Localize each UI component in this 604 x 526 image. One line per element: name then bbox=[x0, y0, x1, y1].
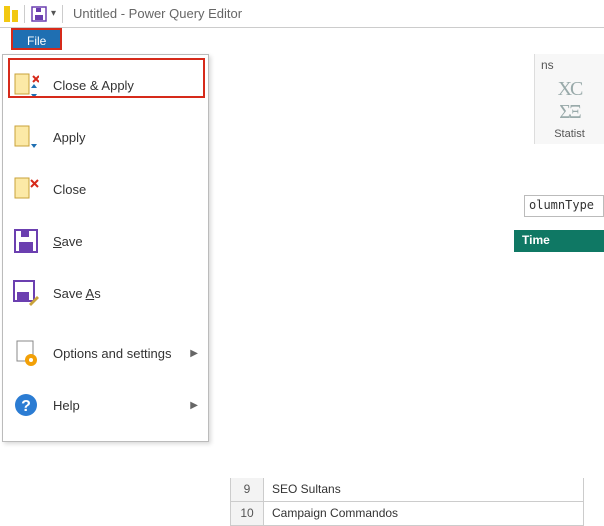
chevron-right-icon: ▶ bbox=[190, 400, 198, 411]
save-as-icon bbox=[13, 280, 39, 306]
file-tab[interactable]: File bbox=[11, 28, 62, 50]
divider bbox=[24, 5, 25, 23]
row-number: 9 bbox=[230, 478, 264, 502]
sigma-icon[interactable]: XСΣΞ bbox=[535, 78, 604, 124]
table-row[interactable]: 9 SEO Sultans bbox=[230, 478, 584, 502]
menu-save[interactable]: Save bbox=[3, 215, 208, 267]
apply-icon bbox=[13, 124, 39, 150]
menu-label: Close & Apply bbox=[53, 78, 134, 93]
row-number: 10 bbox=[230, 502, 264, 526]
cell-value[interactable]: Campaign Commandos bbox=[264, 502, 584, 526]
svg-text:?: ? bbox=[21, 398, 31, 415]
save-icon bbox=[13, 228, 39, 254]
divider bbox=[62, 5, 63, 23]
table-row[interactable]: 10 Campaign Commandos bbox=[230, 502, 584, 526]
menu-close[interactable]: Close bbox=[3, 163, 208, 215]
menu-label: Close bbox=[53, 182, 86, 197]
menu-apply[interactable]: Apply bbox=[3, 111, 208, 163]
ribbon-tabs: File bbox=[0, 28, 604, 54]
options-icon bbox=[13, 340, 39, 366]
formula-bar[interactable]: olumnType bbox=[524, 195, 604, 217]
help-icon: ? bbox=[13, 392, 39, 418]
chevron-right-icon: ▶ bbox=[190, 348, 198, 359]
ribbon-group-trunc-label: ns bbox=[535, 58, 604, 72]
save-icon[interactable] bbox=[31, 6, 45, 22]
menu-label: Options and settings bbox=[53, 346, 172, 361]
menu-close-and-apply[interactable]: Close & Apply bbox=[3, 59, 208, 111]
menu-options-and-settings[interactable]: Options and settings ▶ bbox=[3, 327, 208, 379]
close-apply-icon bbox=[13, 72, 39, 98]
menu-label: Save bbox=[53, 234, 83, 249]
file-menu: Close & Apply Apply Close Save Save As O… bbox=[2, 54, 209, 442]
menu-label: Help bbox=[53, 398, 80, 413]
window-title: Untitled - Power Query Editor bbox=[73, 6, 242, 21]
title-bar: ▾ Untitled - Power Query Editor bbox=[0, 0, 604, 28]
ribbon-button-label: Statist bbox=[535, 128, 604, 140]
menu-help[interactable]: ? Help ▶ bbox=[3, 379, 208, 431]
menu-save-as[interactable]: Save As bbox=[3, 267, 208, 319]
close-icon bbox=[13, 176, 39, 202]
cell-value[interactable]: SEO Sultans bbox=[264, 478, 584, 502]
data-table: 9 SEO Sultans 10 Campaign Commandos bbox=[230, 478, 584, 526]
column-header[interactable]: Time bbox=[514, 230, 604, 252]
qat-dropdown-icon[interactable]: ▾ bbox=[51, 8, 56, 19]
menu-label: Apply bbox=[53, 130, 86, 145]
ribbon-group-statistics: ns XСΣΞ Statist bbox=[534, 54, 604, 144]
menu-label: Save As bbox=[53, 286, 101, 301]
app-icon bbox=[4, 6, 18, 22]
